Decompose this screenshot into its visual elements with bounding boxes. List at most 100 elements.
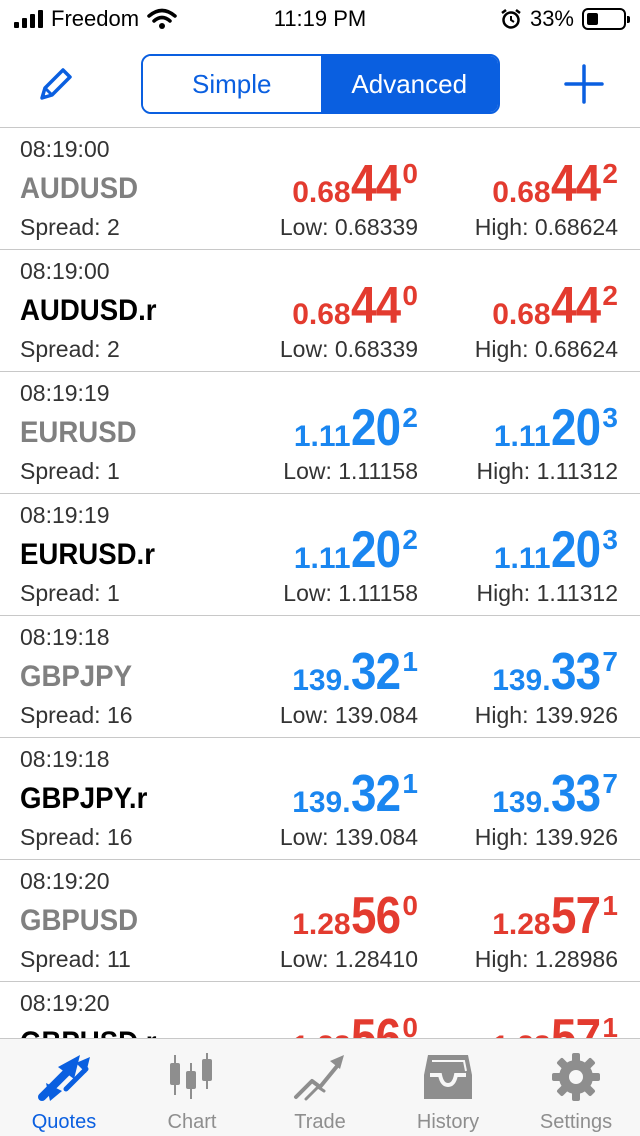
- quote-low: Low: 1.28410: [279, 946, 418, 972]
- quote-low: Low: 0.68339: [279, 214, 418, 240]
- quote-high: High: 0.68624: [474, 336, 618, 362]
- bid-price-fraction: 1: [402, 768, 418, 799]
- bid-price-prefix: 1.11: [293, 420, 351, 453]
- quote-row[interactable]: 08:19:20 GBPUSD Spread: 11 1.28 56 0 1.28 57 1 Lo…: [0, 860, 640, 982]
- bid-price-fraction: 0: [402, 1012, 418, 1038]
- ask-price-fraction: 1: [602, 890, 618, 921]
- quote-low: Low: 1.11158: [283, 458, 418, 484]
- ask-price-prefix: 139.: [492, 786, 551, 819]
- tab-label-chart: Chart: [167, 1111, 217, 1133]
- bid-price: 1.28560: [292, 1008, 418, 1038]
- battery-percent: 33%: [529, 6, 574, 31]
- tab-label-history: History: [416, 1111, 480, 1133]
- quote-time: 08:19:00: [20, 136, 110, 162]
- ask-price-pips: 33: [550, 765, 601, 823]
- quote-row[interactable]: 08:19:19 EURUSD Spread: 1 1.11 20 2 1.11 20 3 Low…: [0, 372, 640, 494]
- alarm-clock-icon: [501, 9, 521, 29]
- quote-spread: Spread: 16: [20, 824, 133, 850]
- ask-price-fraction: 3: [602, 402, 618, 433]
- quote-row[interactable]: 08:19:18 GBPJPY.r Spread: 16 139. 32 1 139. 33 7…: [0, 738, 640, 860]
- quote-time: 08:19:18: [20, 624, 110, 650]
- quote-low: Low: 0.68339: [279, 336, 418, 362]
- tab-quotes[interactable]: Quotes: [0, 1039, 128, 1136]
- bid-price-prefix: 1.11: [293, 542, 351, 575]
- ask-price: 0.68 44 2: [492, 276, 618, 336]
- ask-price: 1.28571: [492, 1008, 618, 1038]
- quote-high: High: 139.926: [474, 824, 618, 850]
- bid-price: 139. 32 1: [292, 642, 418, 702]
- bid-price: 1.11 20 2: [294, 398, 418, 458]
- quote-spread: Spread: 2: [20, 214, 120, 240]
- ask-price-prefix: 1.11: [493, 420, 551, 453]
- status-right: 33%: [500, 6, 630, 32]
- tab-label-trade: Trade: [294, 1111, 346, 1133]
- ask-price-pips: 33: [550, 643, 601, 701]
- bid-price: 1.11 20 2: [294, 520, 418, 580]
- ask-price-fraction: 7: [602, 646, 618, 677]
- quote-high: High: 1.28986: [474, 946, 618, 972]
- ask-price-prefix: 0.68: [492, 176, 551, 209]
- quote-symbol: AUDUSD: [20, 172, 139, 205]
- ask-price-pips: 20: [550, 521, 601, 579]
- bid-price-fraction: 0: [402, 280, 418, 311]
- tab-settings[interactable]: Settings: [512, 1039, 640, 1136]
- bid-price: 0.68 44 0: [292, 276, 418, 336]
- battery-icon: [582, 8, 630, 30]
- tab-trade[interactable]: Trade: [256, 1039, 384, 1136]
- segment-advanced[interactable]: Advanced: [320, 56, 498, 112]
- ask-price-pips: 20: [550, 399, 601, 457]
- ask-price: 139. 33 7: [492, 764, 618, 824]
- quote-spread: Spread: 2: [20, 336, 120, 362]
- quote-high: High: 139.926: [474, 702, 618, 728]
- add-plus-icon[interactable]: [564, 64, 604, 104]
- bid-price: 1.28560: [292, 886, 418, 946]
- quote-spread: Spread: 1: [20, 458, 120, 484]
- bid-price-pips: 56: [350, 887, 401, 945]
- quotes-list[interactable]: 08:19:00 AUDUSD Spread: 2 0.68 44 0 0.68 44 2 Low…: [0, 128, 640, 1038]
- edit-pencil-icon[interactable]: [36, 64, 76, 104]
- quotes-arrows-icon: [38, 1055, 90, 1101]
- tab-chart[interactable]: Chart: [128, 1039, 256, 1136]
- tab-history[interactable]: History: [384, 1039, 512, 1136]
- bid-price-fraction: 0: [402, 158, 418, 189]
- bid-price: 0.68 44 0: [292, 154, 418, 214]
- bid-price-prefix: 0.68: [292, 176, 351, 209]
- ask-price-fraction: 2: [602, 280, 618, 311]
- ask-price-pips: 57: [550, 887, 601, 945]
- quote-high: High: 0.68624: [474, 214, 618, 240]
- bid-price-prefix: 1.28: [292, 1030, 350, 1038]
- mode-segmented-control: Simple Advanced: [141, 54, 500, 114]
- status-bar: Freedom 11:19 PM 33%: [0, 0, 640, 40]
- bid-price-prefix: 139.: [292, 786, 351, 819]
- ask-price-fraction: 3: [602, 524, 618, 555]
- bid-price-prefix: 0.68: [292, 298, 351, 331]
- bid-price-prefix: 139.: [292, 664, 351, 697]
- quote-time: 08:19:19: [20, 502, 110, 528]
- bid-price: 139. 32 1: [292, 764, 418, 824]
- quote-symbol: GBPUSD.r: [20, 1026, 156, 1038]
- quote-row[interactable]: 08:19:20GBPUSD.rSpread: 111.285601.28571…: [0, 982, 640, 1038]
- segment-simple[interactable]: Simple: [143, 56, 321, 112]
- quote-spread: Spread: 11: [20, 946, 131, 972]
- inbox-tray-icon: [424, 1055, 472, 1099]
- bid-price-fraction: 1: [402, 646, 418, 677]
- quote-symbol: GBPUSD: [20, 904, 139, 937]
- ask-price-fraction: 2: [602, 158, 618, 189]
- bid-price-pips: 44: [350, 277, 401, 335]
- gear-icon: [552, 1053, 600, 1101]
- quote-row[interactable]: 08:19:19 EURUSD.r Spread: 1 1.11 20 2 1.11 20 3 L…: [0, 494, 640, 616]
- ask-price-pips: 44: [550, 155, 601, 213]
- quote-time: 08:19:20: [20, 990, 110, 1016]
- ask-price-prefix: 0.68: [492, 298, 551, 331]
- tab-label-quotes: Quotes: [31, 1111, 97, 1133]
- quote-row[interactable]: 08:19:00 AUDUSD Spread: 2 0.68 44 0 0.68 44 2 Low…: [0, 128, 640, 250]
- quote-row[interactable]: 08:19:00 AUDUSD.r Spread: 2 0.68 44 0 0.68 44 2 L…: [0, 250, 640, 372]
- ask-price-prefix: 1.28: [492, 1030, 550, 1038]
- ask-price-pips: 57: [550, 1009, 601, 1038]
- quote-row[interactable]: 08:19:18 GBPJPY Spread: 16 139. 32 1 139. 33 7 Lo…: [0, 616, 640, 738]
- ask-price-fraction: 7: [602, 768, 618, 799]
- ask-price: 1.11 20 3: [494, 520, 618, 580]
- bid-price-pips: 32: [350, 765, 401, 823]
- ask-price: 0.68 44 2: [492, 154, 618, 214]
- bid-price-prefix: 1.28: [292, 908, 351, 941]
